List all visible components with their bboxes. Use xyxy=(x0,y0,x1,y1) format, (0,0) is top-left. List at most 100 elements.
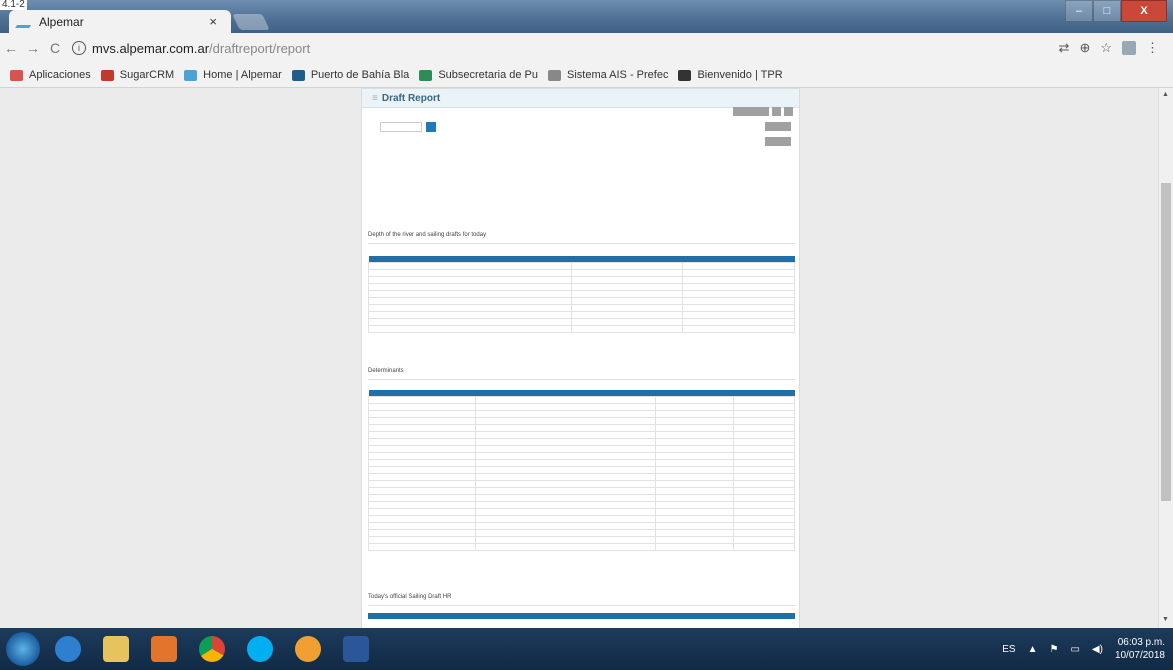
taskbar-app[interactable] xyxy=(288,632,328,666)
browser-tab[interactable]: Alpemar × xyxy=(9,10,231,33)
bookmark-subsecretaria[interactable]: Subsecretaria de Pu xyxy=(419,69,538,81)
table-row xyxy=(368,494,796,502)
table-cell xyxy=(368,262,572,270)
window-controls: – □ X xyxy=(1065,0,1167,22)
bookmark-sugarcrm[interactable]: SugarCRM xyxy=(100,69,174,81)
maximize-button[interactable]: □ xyxy=(1093,0,1121,22)
translate-icon[interactable]: ⇄ xyxy=(1059,40,1070,56)
table-cell xyxy=(682,283,795,291)
minimize-button[interactable]: – xyxy=(1065,0,1093,22)
show-hidden-icons-icon[interactable]: ▲ xyxy=(1028,644,1038,655)
table-cell xyxy=(368,304,572,312)
table-cell xyxy=(570,283,684,291)
bookmark-sistema-ais[interactable]: Sistema AIS - Prefec xyxy=(547,69,668,81)
search-button[interactable] xyxy=(426,122,436,132)
folder-icon xyxy=(103,636,129,662)
scroll-thumb[interactable] xyxy=(1161,183,1171,501)
table-cell xyxy=(654,529,734,537)
table-row xyxy=(368,431,796,439)
taskbar-explorer[interactable] xyxy=(96,632,136,666)
address-bar[interactable]: i mvs.alpemar.com.ar /draftreport/report xyxy=(72,41,1059,56)
table-row xyxy=(368,536,796,544)
table-cell xyxy=(732,438,796,446)
table-row xyxy=(368,508,796,516)
table-row xyxy=(368,290,795,298)
forward-arrow-icon[interactable]: → xyxy=(22,40,44,56)
bookmark-puerto-bahia[interactable]: Puerto de Bahía Bla xyxy=(291,69,409,81)
bookmark-home-alpemar[interactable]: Home | Alpemar xyxy=(184,69,282,81)
table-cell xyxy=(682,304,795,312)
page-viewport: ≡ Draft Report Depth of the river and sa… xyxy=(0,88,1173,628)
filter-input[interactable] xyxy=(380,122,422,132)
start-button[interactable] xyxy=(6,632,40,666)
table-cell xyxy=(570,325,684,333)
anchor-icon xyxy=(678,69,692,81)
table-cell xyxy=(732,473,796,481)
table-cell xyxy=(368,311,572,319)
language-indicator[interactable]: ES xyxy=(1002,644,1015,655)
table-cell xyxy=(368,424,476,432)
tool-button[interactable] xyxy=(772,107,781,116)
table-cell xyxy=(474,487,656,495)
tool-button[interactable] xyxy=(784,107,793,116)
reload-icon[interactable]: C xyxy=(44,40,66,56)
taskbar-media[interactable] xyxy=(144,632,184,666)
table-cell xyxy=(654,508,734,516)
table-cell xyxy=(570,311,684,319)
table-cell xyxy=(682,290,795,298)
volume-icon[interactable]: ◀) xyxy=(1092,644,1103,655)
taskbar-word[interactable] xyxy=(336,632,376,666)
report-card: ≡ Draft Report Depth of the river and sa… xyxy=(361,88,800,628)
table-cell xyxy=(654,417,734,425)
menu-dots-icon[interactable]: ⋮ xyxy=(1146,40,1159,56)
zoom-icon[interactable]: ⊕ xyxy=(1079,40,1090,56)
table-cell xyxy=(368,494,476,502)
table-row xyxy=(368,424,796,432)
table-cell xyxy=(654,487,734,495)
table-cell xyxy=(368,459,476,467)
table-row xyxy=(368,473,796,481)
back-arrow-icon[interactable]: ← xyxy=(0,40,22,56)
divider xyxy=(368,379,795,380)
table-row xyxy=(368,480,796,488)
table-cell xyxy=(368,325,572,333)
tab-close-icon[interactable]: × xyxy=(209,14,217,29)
side-button[interactable] xyxy=(765,122,791,131)
clock[interactable]: 06:03 p.m. 10/07/2018 xyxy=(1115,636,1165,662)
table-cell xyxy=(654,480,734,488)
menu-icon[interactable]: ≡ xyxy=(372,93,378,104)
table-row xyxy=(368,325,795,333)
bookmark-star-icon[interactable]: ☆ xyxy=(1100,40,1112,56)
scroll-down-icon[interactable]: ▼ xyxy=(1162,616,1169,623)
table-cell xyxy=(368,445,476,453)
page-scrollbar[interactable]: ▲ ▼ xyxy=(1158,88,1173,628)
extension-icon[interactable] xyxy=(1122,41,1136,55)
table-row xyxy=(368,466,796,474)
table-cell xyxy=(732,396,796,404)
close-window-button[interactable]: X xyxy=(1121,0,1167,22)
flag-icon[interactable]: ⚑ xyxy=(1049,644,1058,655)
taskbar-ie[interactable] xyxy=(48,632,88,666)
table-cell xyxy=(368,396,476,404)
table-cell xyxy=(368,318,572,326)
side-buttons xyxy=(765,122,791,146)
taskbar-chrome[interactable] xyxy=(192,632,232,666)
browser-toolbar: ← → C i mvs.alpemar.com.ar /draftreport/… xyxy=(0,33,1173,63)
bookmark-aplicaciones[interactable]: Aplicaciones xyxy=(10,69,91,81)
new-tab-button[interactable] xyxy=(232,14,270,30)
table-row xyxy=(368,543,796,551)
leaf-icon xyxy=(419,69,433,81)
table-cell xyxy=(732,452,796,460)
table-row xyxy=(368,445,796,453)
info-icon[interactable]: i xyxy=(72,41,86,55)
taskbar-skype[interactable] xyxy=(240,632,280,666)
side-button[interactable] xyxy=(765,137,791,146)
bookmark-bienvenido-tpr[interactable]: Bienvenido | TPR xyxy=(678,69,783,81)
export-button[interactable] xyxy=(733,107,769,116)
table-cell xyxy=(474,459,656,467)
table-cell xyxy=(368,269,572,277)
windows-taskbar: ES ▲ ⚑ ▭ ◀) 06:03 p.m. 10/07/2018 xyxy=(0,628,1173,670)
network-icon[interactable]: ▭ xyxy=(1070,644,1079,655)
scroll-up-icon[interactable]: ▲ xyxy=(1162,91,1169,98)
table-cell xyxy=(732,445,796,453)
